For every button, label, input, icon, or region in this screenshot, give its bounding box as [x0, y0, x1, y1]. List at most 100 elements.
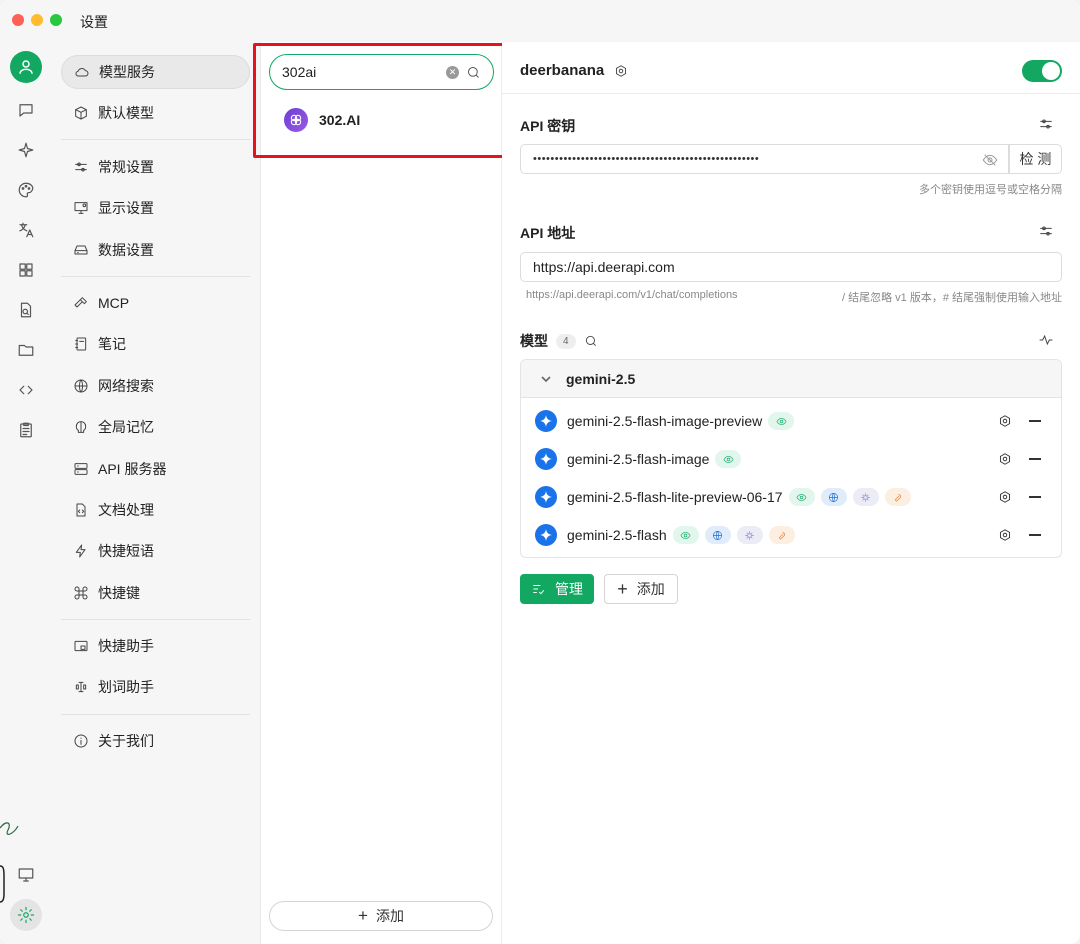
nav-item-label: 关于我们 [98, 733, 154, 749]
nav-item-general[interactable]: 常规设置 [61, 150, 250, 184]
gear-icon [999, 453, 1011, 465]
model-settings-button[interactable] [998, 452, 1012, 466]
user-avatar[interactable] [10, 51, 42, 83]
eye-icon [776, 417, 787, 425]
settings-nav-button[interactable] [10, 899, 42, 931]
web-search-tag [820, 488, 847, 506]
models-header: 模型 4 [520, 331, 598, 351]
nav-item-data[interactable]: 数据设置 [61, 233, 250, 267]
health-check-icon[interactable] [1038, 332, 1054, 348]
user-icon [19, 60, 33, 74]
reasoning-tag [852, 488, 879, 506]
sliders-icon [75, 162, 87, 172]
api-url-hint: / 结尾忽略 v1 版本，# 结尾强制使用输入地址 [841, 292, 1062, 304]
provider-search-box[interactable]: ✕ [269, 54, 494, 90]
remove-model-button[interactable] [1029, 420, 1041, 422]
gear-icon [999, 529, 1011, 541]
model-row: gemini-2.5-flash-image-preview [521, 402, 1061, 440]
nav-item-api-server[interactable]: API 服务器 [61, 452, 250, 486]
app-icon-bar [0, 42, 51, 944]
check-key-button[interactable]: 检 测 [1009, 144, 1062, 174]
model-settings-button[interactable] [998, 414, 1012, 428]
search-icon[interactable] [466, 65, 481, 80]
eye-icon [680, 531, 691, 539]
window-title: 设置 [80, 14, 108, 30]
api-key-hint: 多个密钥使用逗号或空格分隔 [919, 184, 1062, 196]
model-group: gemini-2.5 gemini-2.5-flash-image-previe… [520, 359, 1062, 558]
remove-model-button[interactable] [1029, 534, 1041, 536]
nav-item-label: 文档处理 [98, 502, 154, 518]
model-name: gemini-2.5-flash-image-preview [567, 413, 763, 429]
lightbulb-icon [861, 492, 870, 502]
nav-item-selection-assistant[interactable]: 划词助手 [61, 670, 250, 704]
api-url-input[interactable]: https://api.deerapi.com [520, 252, 1062, 282]
clear-icon[interactable]: ✕ [446, 66, 459, 79]
nav-item-about[interactable]: 关于我们 [61, 724, 250, 758]
palette-icon [18, 182, 34, 198]
globe-icon [829, 492, 838, 502]
display-nav-button[interactable] [12, 861, 40, 889]
provider-search-input[interactable] [282, 64, 442, 80]
file-search-nav-button[interactable] [12, 296, 40, 324]
nav-item-default-model[interactable]: 默认模型 [61, 96, 250, 130]
assistant-nav-button[interactable] [12, 136, 40, 164]
api-key-settings-icon[interactable] [1038, 116, 1054, 132]
apps-nav-button[interactable] [12, 256, 40, 284]
api-url-settings-icon[interactable] [1038, 223, 1054, 239]
provider-name: 302.AI [319, 112, 361, 128]
text-cursor-icon [75, 681, 87, 693]
nav-divider [61, 714, 250, 715]
nav-item-label: 数据设置 [98, 242, 154, 258]
provider-list: ✕ 302.AI + 添加 [261, 42, 502, 944]
translate-icon [19, 222, 34, 238]
add-provider-button[interactable]: + 添加 [269, 901, 493, 931]
wrench-icon [894, 493, 902, 502]
add-model-button[interactable]: + 添加 [604, 574, 678, 604]
manage-models-button[interactable]: 管理 [520, 574, 594, 604]
nav-item-notes[interactable]: 笔记 [61, 327, 250, 361]
translate-nav-button[interactable] [12, 216, 40, 244]
api-key-input[interactable]: ••••••••••••••••••••••••••••••••••••••••… [520, 144, 1009, 174]
theme-nav-button[interactable] [12, 176, 40, 204]
remove-model-button[interactable] [1029, 458, 1041, 460]
nav-divider [61, 276, 250, 277]
nav-item-label: API 服务器 [98, 461, 167, 477]
nav-item-quick-assistant[interactable]: 快捷助手 [61, 629, 250, 663]
provider-settings-icon[interactable] [614, 64, 628, 78]
files-nav-button[interactable] [12, 336, 40, 364]
nav-item-model-service[interactable]: 模型服务 [61, 55, 250, 89]
cloud-icon [75, 68, 89, 77]
monitor-gear-icon [74, 202, 88, 214]
nav-item-memory[interactable]: 全局记忆 [61, 410, 250, 444]
model-settings-button[interactable] [998, 528, 1012, 542]
minimize-window-button[interactable] [31, 14, 43, 26]
file-search-icon [20, 302, 32, 318]
search-icon[interactable] [584, 334, 598, 348]
nav-item-mcp[interactable]: MCP [61, 286, 250, 320]
close-window-button[interactable] [12, 14, 24, 26]
eye-off-icon[interactable] [982, 152, 998, 168]
nav-item-quick-phrase[interactable]: 快捷短语 [61, 534, 250, 568]
nav-item-document[interactable]: 文档处理 [61, 493, 250, 527]
globe-icon [713, 530, 723, 540]
model-row: gemini-2.5-flash-image [521, 440, 1061, 478]
notes-nav-button[interactable] [12, 416, 40, 444]
tool-tag [884, 488, 911, 506]
model-group-header[interactable]: gemini-2.5 [521, 360, 1061, 398]
nav-item-web-search[interactable]: 网络搜索 [61, 369, 250, 403]
nav-item-shortcuts[interactable]: 快捷键 [61, 576, 250, 610]
model-settings-button[interactable] [998, 490, 1012, 504]
command-icon [74, 586, 88, 600]
gemini-logo-icon [535, 448, 557, 470]
code-nav-button[interactable] [12, 376, 40, 404]
nav-item-display[interactable]: 显示设置 [61, 191, 250, 225]
clipboard-icon [20, 422, 32, 438]
maximize-window-button[interactable] [50, 14, 62, 26]
notebook-icon [75, 337, 87, 351]
provider-detail: deerbanana API 密钥 ••••••••••••••••••••••… [502, 42, 1080, 944]
provider-item-302ai[interactable]: 302.AI [269, 100, 494, 140]
chat-nav-button[interactable] [12, 96, 40, 124]
settings-nav: 模型服务 默认模型 常规设置 显示设置 数据设置 MCP 笔记 网络搜索 全局记… [51, 42, 261, 944]
provider-enable-toggle[interactable] [1022, 60, 1062, 82]
remove-model-button[interactable] [1029, 496, 1041, 498]
